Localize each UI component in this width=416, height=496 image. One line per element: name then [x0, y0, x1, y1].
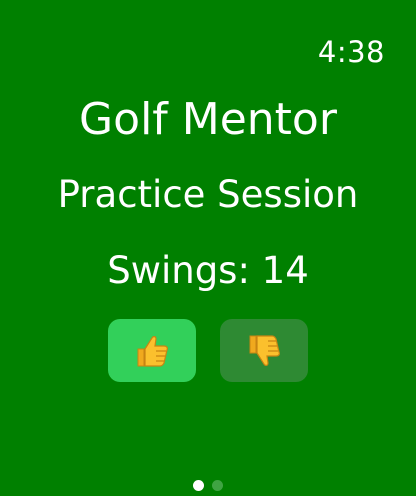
page-dot[interactable] — [212, 480, 223, 491]
thumbs-down-button[interactable] — [220, 319, 308, 382]
thumbs-down-icon — [249, 334, 280, 366]
page-indicator — [0, 480, 416, 491]
swing-count: Swings: 14 — [107, 249, 309, 292]
thumbs-up-button[interactable] — [108, 319, 196, 382]
page-dot-active — [193, 480, 204, 491]
status-time: 4:38 — [317, 35, 385, 69]
session-name: Practice Session — [57, 173, 359, 216]
app-title: Golf Mentor — [79, 94, 337, 145]
thumbs-up-icon — [137, 335, 168, 367]
